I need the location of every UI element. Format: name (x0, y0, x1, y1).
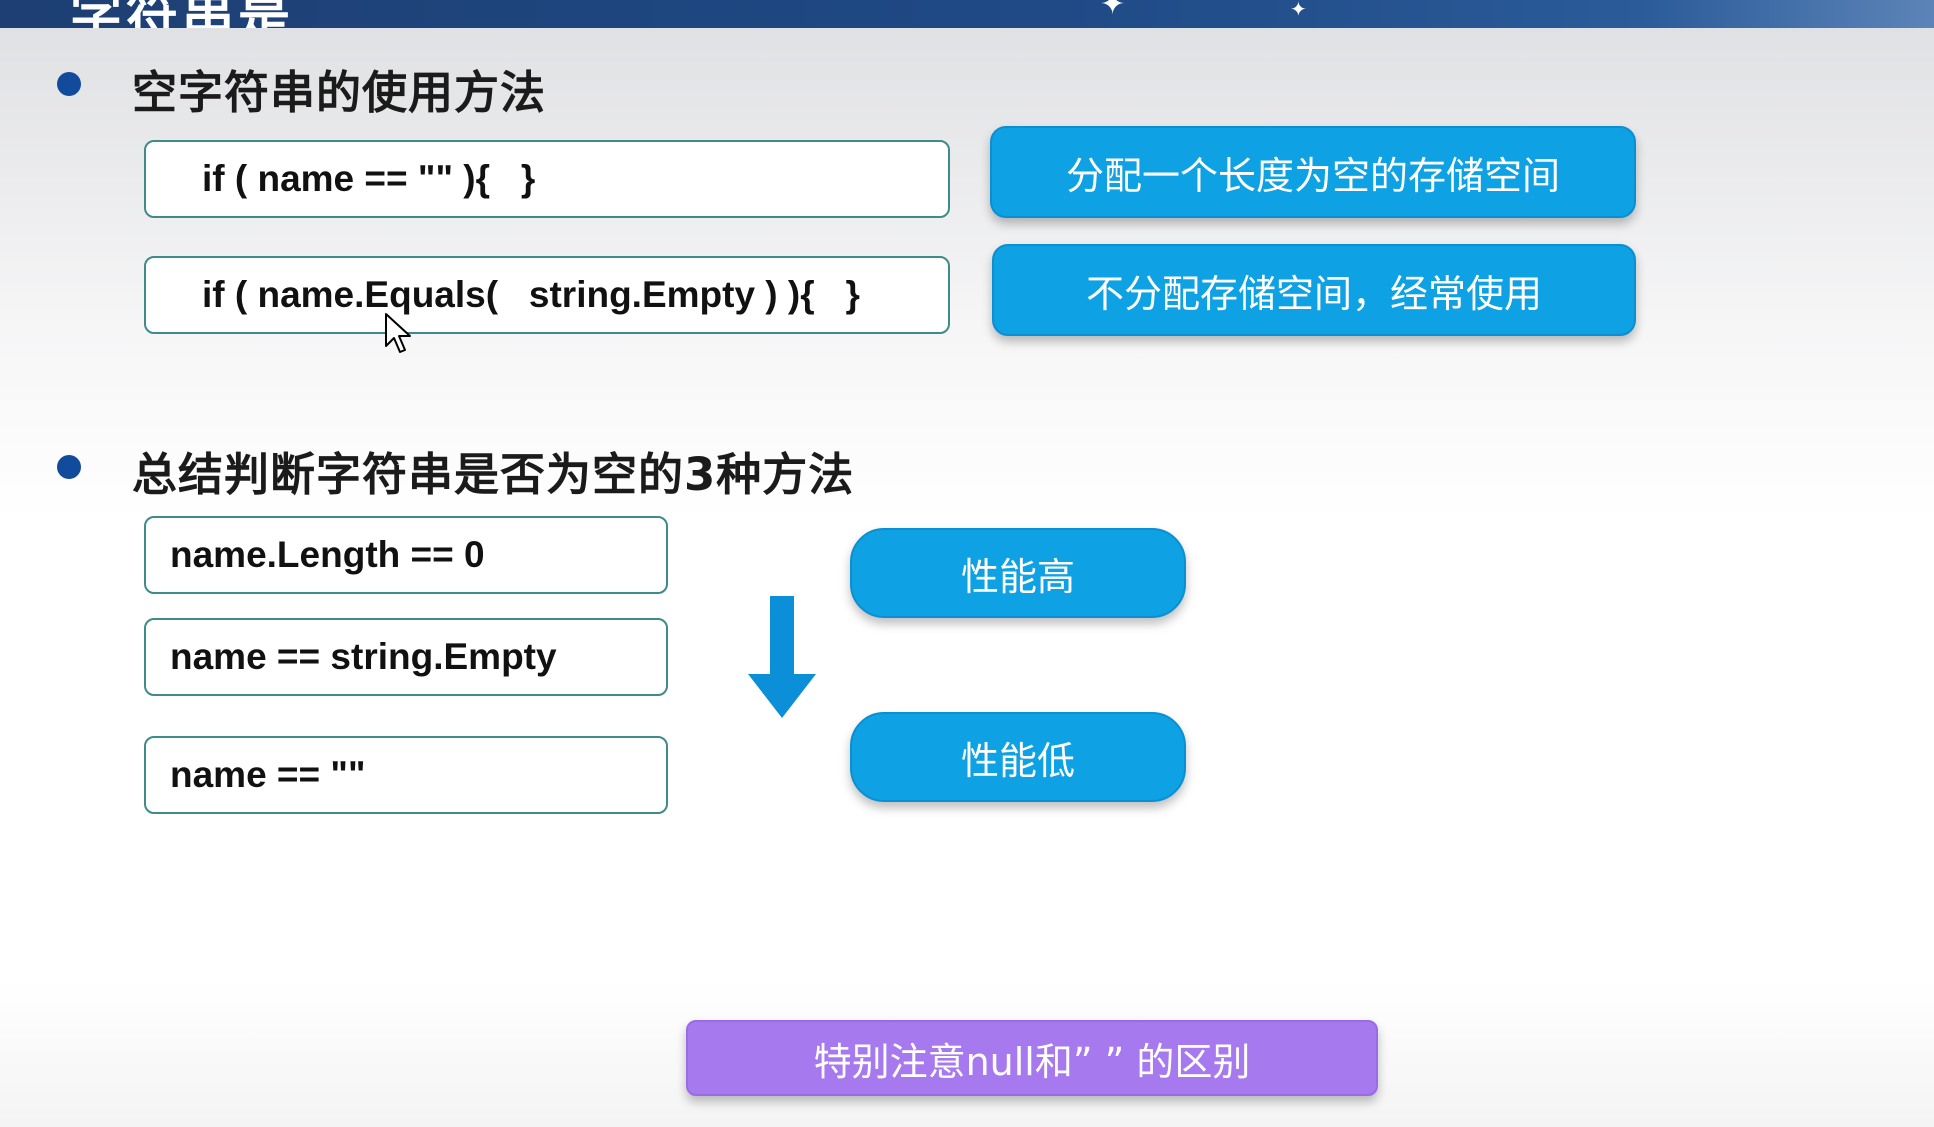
method-string-empty: name == string.Empty (144, 618, 668, 696)
bullet-dot (57, 455, 81, 479)
note-text: 特别注意null和” ” 的区别 (813, 1039, 1251, 1084)
method-text: name.Length == 0 (170, 534, 485, 575)
method-text: name == "" (170, 754, 366, 795)
star-icon: ✦ (1100, 0, 1126, 22)
note-text: 分配一个长度为空的存储空间 (1065, 153, 1560, 198)
perf-text: 性能低 (960, 738, 1075, 783)
null-vs-empty-note: 特别注意null和” ” 的区别 (686, 1020, 1378, 1096)
note-allocate-space: 分配一个长度为空的存储空间 (990, 126, 1636, 218)
section2-title: 总结判断字符串是否为空的3种方法 (132, 448, 855, 501)
note-no-allocation: 不分配存储空间，经常使用 (992, 244, 1636, 336)
code-text: if ( name.Equals( string.Empty ) ){ } (202, 274, 860, 315)
section1-title: 空字符串的使用方法 (132, 66, 547, 119)
code-box-empty-compare: if ( name == "" ){ } (144, 140, 950, 218)
bullet-dot (57, 72, 81, 96)
method-text: name == string.Empty (170, 636, 557, 677)
title-fragment: 字符串是 (70, 0, 294, 28)
code-box-equals-empty: if ( name.Equals( string.Empty ) ){ } (144, 256, 950, 334)
note-text: 不分配存储空间，经常使用 (1085, 271, 1542, 316)
down-arrow-icon (748, 596, 816, 718)
star-icon: ✦ (1290, 0, 1307, 21)
method-length-check: name.Length == 0 (144, 516, 668, 594)
perf-low-label: 性能低 (850, 712, 1186, 802)
title-bar: 字符串是 ✦ ✦ (0, 0, 1934, 28)
method-empty-literal: name == "" (144, 736, 668, 814)
mouse-cursor-icon (385, 313, 411, 353)
code-text: if ( name == "" ){ } (202, 158, 536, 199)
perf-text: 性能高 (960, 554, 1075, 599)
perf-high-label: 性能高 (850, 528, 1186, 618)
